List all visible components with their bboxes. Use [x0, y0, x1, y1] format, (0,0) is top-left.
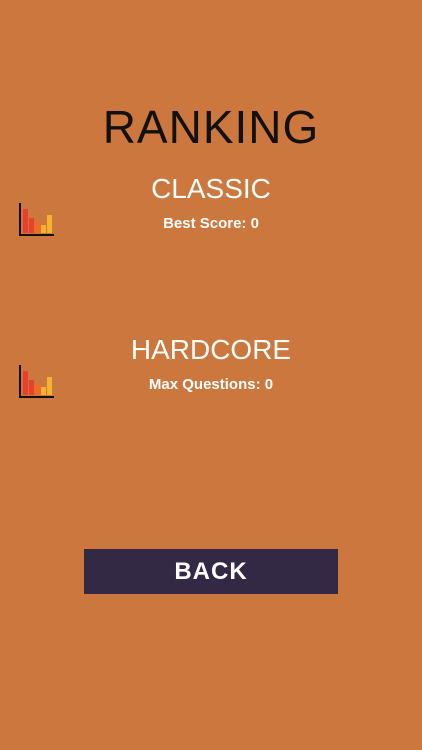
best-score-label: Best Score: 0 [163, 215, 259, 232]
back-button[interactable]: BACK [84, 549, 338, 594]
mode-title-classic: CLASSIC [151, 173, 271, 204]
mode-title-hardcore: HARDCORE [130, 334, 292, 365]
max-questions-label: Max Questions: 0 [148, 376, 274, 393]
page-title: RANKING [102, 101, 320, 153]
